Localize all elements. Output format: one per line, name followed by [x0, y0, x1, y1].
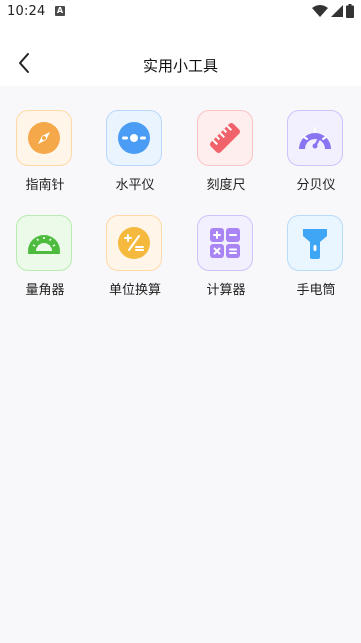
notification-icon: A — [55, 6, 65, 16]
tool-compass[interactable]: 指南针 — [10, 110, 80, 200]
app-header: 实用小工具 — [0, 26, 361, 86]
tool-label: 量角器 — [25, 283, 65, 298]
tool-decibel-meter[interactable]: 分贝仪 — [281, 110, 351, 200]
tool-label: 刻度尺 — [206, 178, 246, 193]
tool-tile — [16, 215, 72, 271]
tool-tile — [106, 110, 162, 166]
decibel-meter-icon — [299, 127, 331, 149]
tool-label: 分贝仪 — [296, 178, 336, 193]
tool-protractor[interactable]: 量角器 — [10, 215, 80, 305]
calculator-icon — [210, 228, 240, 258]
tool-tile — [16, 110, 72, 166]
protractor-icon — [28, 235, 60, 254]
tool-tile — [287, 110, 343, 166]
screen: 10:24 A 实用小工具 指南针 水平仪 刻度尺 分贝仪 量角器 单位换算 计… — [0, 0, 361, 643]
tool-ruler[interactable]: 刻度尺 — [191, 110, 261, 200]
signal-icon — [331, 5, 343, 17]
tool-label: 手电筒 — [296, 283, 336, 298]
tool-label: 水平仪 — [115, 178, 155, 193]
tool-label: 指南针 — [25, 178, 65, 193]
wifi-icon — [312, 5, 328, 17]
tool-tile — [197, 215, 253, 271]
ruler-icon — [209, 122, 241, 154]
tool-label: 单位换算 — [108, 283, 161, 298]
tool-tile — [287, 215, 343, 271]
unit-conversion-icon — [118, 227, 150, 259]
status-time: 10:24 — [7, 4, 46, 19]
tool-flashlight[interactable]: 手电筒 — [281, 215, 351, 305]
compass-icon — [28, 122, 60, 154]
tool-calculator[interactable]: 计算器 — [191, 215, 261, 305]
level-icon — [118, 122, 150, 154]
page-title: 实用小工具 — [142, 57, 218, 75]
flashlight-icon — [303, 229, 327, 259]
tool-level[interactable]: 水平仪 — [100, 110, 170, 200]
tool-label: 计算器 — [206, 283, 246, 298]
tool-unit-conversion[interactable]: 单位换算 — [100, 215, 170, 305]
tool-tile — [197, 110, 253, 166]
battery-icon — [346, 4, 354, 18]
tool-tile — [106, 215, 162, 271]
status-icons — [312, 4, 354, 18]
status-bar: 10:24 A — [0, 0, 361, 26]
